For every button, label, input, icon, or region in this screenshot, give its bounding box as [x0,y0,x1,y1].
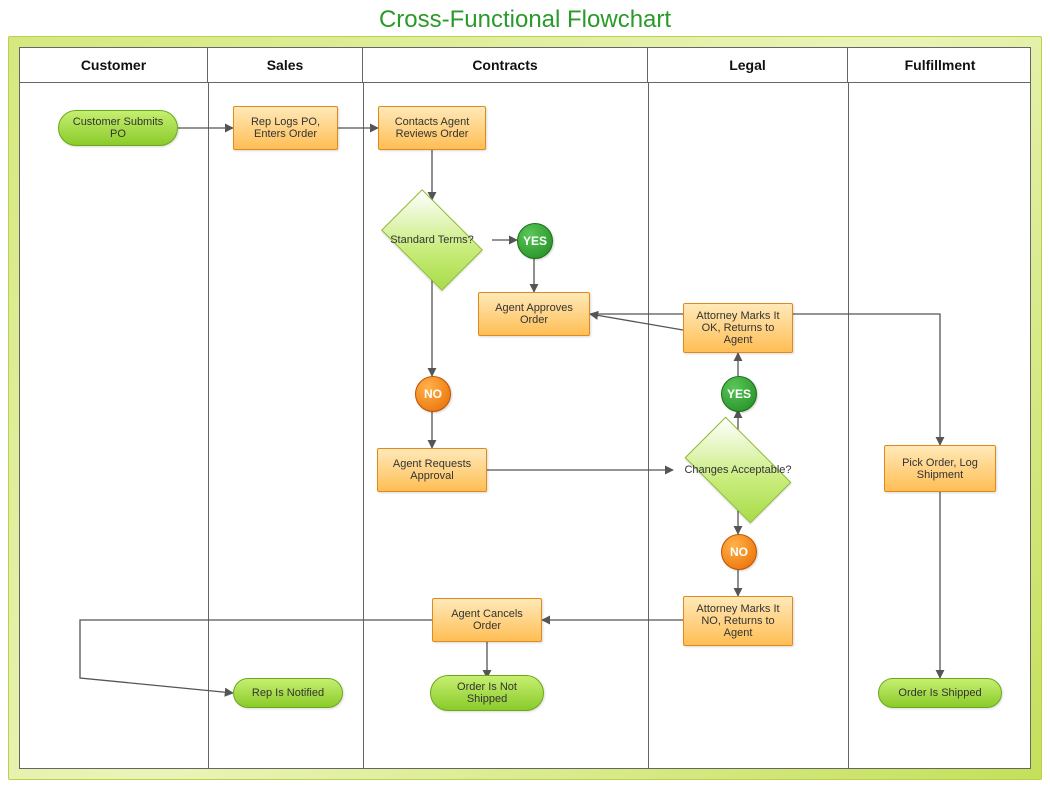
process-contacts-agent: Contacts Agent Reviews Order [378,106,486,150]
connector-no-1: NO [415,376,451,412]
decision-label: Changes Acceptable? [684,464,791,476]
terminator-shipped: Order Is Shipped [878,678,1002,708]
connector-yes-1: YES [517,223,553,259]
connector-yes-2: YES [721,376,757,412]
process-attorney-ok: Attorney Marks It OK, Returns to Agent [683,303,793,353]
lane-header-customer: Customer [20,48,208,82]
terminator-customer-submits: Customer Submits PO [58,110,178,146]
process-agent-requests: Agent Requests Approval [377,448,487,492]
decision-standard-terms: Standard Terms? [372,200,492,280]
process-rep-logs: Rep Logs PO, Enters Order [233,106,338,150]
connector-layer [20,48,1032,770]
lane-header-row: Customer Sales Contracts Legal Fulfillme… [20,48,1030,83]
terminator-not-shipped: Order Is Not Shipped [430,675,544,711]
terminator-rep-notified: Rep Is Notified [233,678,343,708]
lane-divider [848,82,849,768]
lane-header-sales: Sales [208,48,363,82]
lane-divider [208,82,209,768]
process-pick-order: Pick Order, Log Shipment [884,445,996,492]
decision-label: Standard Terms? [390,234,474,246]
swimlane-canvas: Customer Sales Contracts Legal Fulfillme… [19,47,1031,769]
lane-header-legal: Legal [648,48,848,82]
decision-changes-acceptable: Changes Acceptable? [673,430,803,510]
lane-header-fulfillment: Fulfillment [848,48,1032,82]
lane-header-contracts: Contracts [363,48,648,82]
connector-no-2: NO [721,534,757,570]
outer-frame: Customer Sales Contracts Legal Fulfillme… [8,36,1042,780]
diagram-title: Cross-Functional Flowchart [0,6,1050,34]
process-attorney-no: Attorney Marks It NO, Returns to Agent [683,596,793,646]
lane-divider [648,82,649,768]
lane-divider [363,82,364,768]
process-agent-cancels: Agent Cancels Order [432,598,542,642]
process-agent-approves: Agent Approves Order [478,292,590,336]
